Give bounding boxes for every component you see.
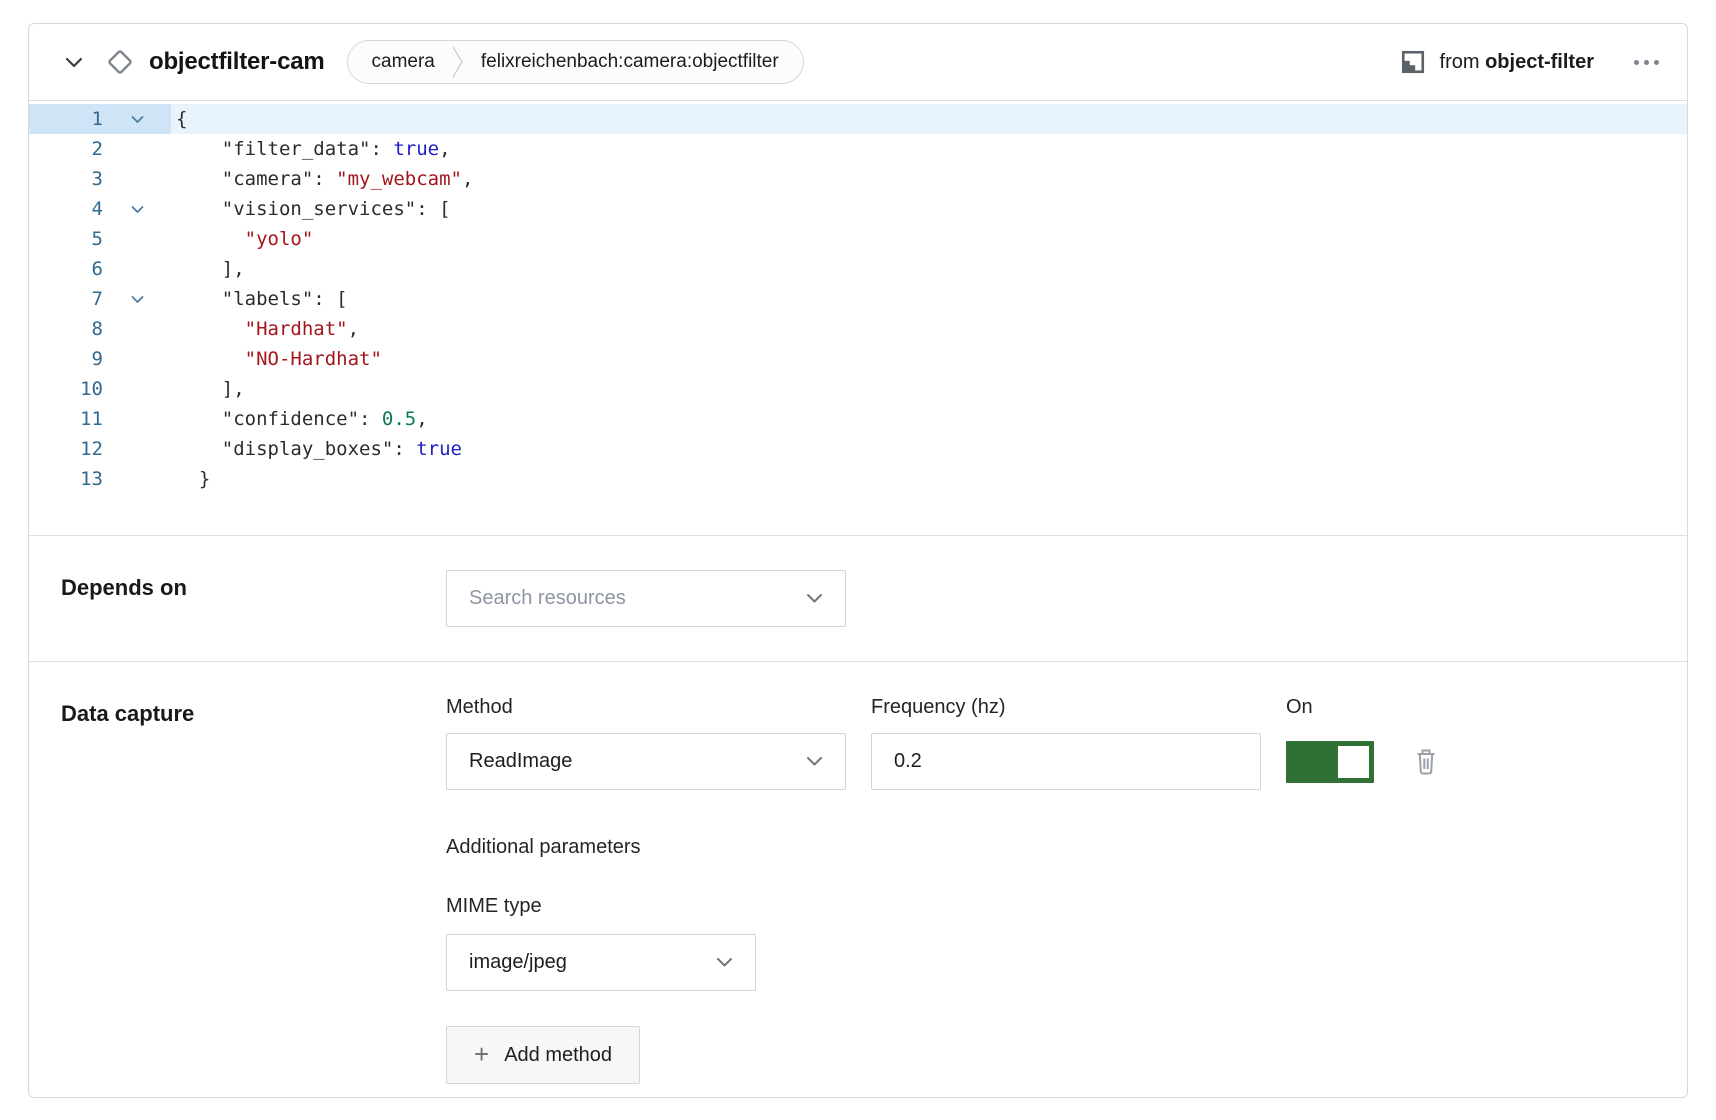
code-line: 3 "camera": "my_webcam", xyxy=(29,164,1687,194)
frequency-field: Frequency (hz) xyxy=(871,696,1261,790)
resource-type-badge: camera felixreichenbach:camera:objectfil… xyxy=(347,40,804,84)
capture-toggle-field: On xyxy=(1286,696,1438,790)
fold-gutter xyxy=(103,164,171,194)
line-number: 2 xyxy=(29,134,103,164)
code-text: { xyxy=(171,104,1687,134)
code-text: "display_boxes": true xyxy=(171,434,1687,464)
chevron-down-icon xyxy=(65,56,83,68)
code-line: 5 "yolo" xyxy=(29,224,1687,254)
code-text: "labels": [ xyxy=(171,284,1687,314)
fold-gutter xyxy=(103,344,171,374)
frequency-input[interactable] xyxy=(871,733,1261,790)
code-text: "yolo" xyxy=(171,224,1687,254)
code-text: "NO-Hardhat" xyxy=(171,344,1687,374)
line-number: 1 xyxy=(29,104,103,134)
toggle-on-label: On xyxy=(1286,696,1438,719)
code-line: 9 "NO-Hardhat" xyxy=(29,344,1687,374)
line-number: 7 xyxy=(29,284,103,314)
resource-card: objectfilter-cam camera felixreichenbach… xyxy=(28,23,1688,1098)
capture-toggle[interactable] xyxy=(1286,741,1374,783)
code-text: "vision_services": [ xyxy=(171,194,1687,224)
fold-chevron-icon[interactable] xyxy=(103,284,171,314)
data-capture-content: Method ReadImage Frequency (hz) On xyxy=(446,696,1438,1084)
code-line: 7 "labels": [ xyxy=(29,284,1687,314)
method-value: ReadImage xyxy=(469,750,572,773)
module-icon xyxy=(1400,49,1426,75)
add-method-button[interactable]: + Add method xyxy=(446,1026,640,1084)
code-text: "Hardhat", xyxy=(171,314,1687,344)
frequency-label: Frequency (hz) xyxy=(871,696,1261,719)
fold-gutter xyxy=(103,464,171,494)
fold-gutter xyxy=(103,404,171,434)
additional-parameters-label: Additional parameters xyxy=(446,836,1438,859)
fold-chevron-icon[interactable] xyxy=(103,104,171,134)
from-module-text: from object-filter xyxy=(1440,51,1594,74)
depends-on-heading: Depends on xyxy=(61,575,446,601)
fold-gutter xyxy=(103,134,171,164)
code-text: ], xyxy=(171,374,1687,404)
code-line: 4 "vision_services": [ xyxy=(29,194,1687,224)
line-number: 11 xyxy=(29,404,103,434)
code-editor[interactable]: 1{2 "filter_data": true,3 "camera": "my_… xyxy=(29,101,1687,535)
line-number: 5 xyxy=(29,224,103,254)
code-line: 11 "confidence": 0.5, xyxy=(29,404,1687,434)
type-badge-label: camera xyxy=(372,51,435,73)
mime-type-select[interactable]: image/jpeg xyxy=(446,934,756,991)
line-number: 9 xyxy=(29,344,103,374)
line-number: 10 xyxy=(29,374,103,404)
code-line: 8 "Hardhat", xyxy=(29,314,1687,344)
toggle-knob xyxy=(1338,746,1369,778)
code-text: "filter_data": true, xyxy=(171,134,1687,164)
code-text: } xyxy=(171,464,1687,494)
resource-card-header: objectfilter-cam camera felixreichenbach… xyxy=(29,24,1687,101)
chevron-down-icon xyxy=(806,756,823,767)
model-badge-label: felixreichenbach:camera:objectfilter xyxy=(481,51,779,73)
collapse-button[interactable] xyxy=(65,56,83,68)
mime-type-value: image/jpeg xyxy=(469,951,567,974)
mime-type-label: MIME type xyxy=(446,895,1438,918)
add-method-label: Add method xyxy=(504,1044,612,1067)
plus-icon: + xyxy=(474,1041,489,1067)
fold-gutter xyxy=(103,254,171,284)
method-field: Method ReadImage xyxy=(446,696,846,790)
data-capture-section: Data capture Method ReadImage Frequency … xyxy=(29,662,1687,1120)
method-select[interactable]: ReadImage xyxy=(446,733,846,790)
line-number: 8 xyxy=(29,314,103,344)
fold-gutter xyxy=(103,224,171,254)
trash-icon xyxy=(1414,747,1438,776)
method-label: Method xyxy=(446,696,846,719)
resource-name: objectfilter-cam xyxy=(149,48,325,76)
data-capture-heading: Data capture xyxy=(61,701,446,727)
fold-gutter xyxy=(103,314,171,344)
code-line: 6 ], xyxy=(29,254,1687,284)
line-number: 3 xyxy=(29,164,103,194)
code-line: 2 "filter_data": true, xyxy=(29,134,1687,164)
line-number: 12 xyxy=(29,434,103,464)
badge-separator-icon xyxy=(451,40,465,84)
code-line: 10 ], xyxy=(29,374,1687,404)
component-diamond-icon xyxy=(105,47,135,77)
code-text: "camera": "my_webcam", xyxy=(171,164,1687,194)
chevron-down-icon xyxy=(716,957,733,968)
code-line: 12 "display_boxes": true xyxy=(29,434,1687,464)
fold-gutter xyxy=(103,434,171,464)
code-text: ], xyxy=(171,254,1687,284)
more-options-button[interactable] xyxy=(1634,60,1659,65)
header-right-cluster: from object-filter xyxy=(1400,49,1659,75)
module-name-link[interactable]: object-filter xyxy=(1485,51,1594,73)
depends-on-placeholder: Search resources xyxy=(469,587,626,610)
line-number: 6 xyxy=(29,254,103,284)
line-number: 4 xyxy=(29,194,103,224)
code-line: 1{ xyxy=(29,104,1687,134)
delete-method-button[interactable] xyxy=(1414,747,1438,776)
chevron-down-icon xyxy=(806,593,823,604)
line-number: 13 xyxy=(29,464,103,494)
fold-gutter xyxy=(103,374,171,404)
depends-on-select[interactable]: Search resources xyxy=(446,570,846,627)
code-line: 13 } xyxy=(29,464,1687,494)
fold-chevron-icon[interactable] xyxy=(103,194,171,224)
code-text: "confidence": 0.5, xyxy=(171,404,1687,434)
from-word: from xyxy=(1440,51,1480,73)
depends-on-section: Depends on Search resources xyxy=(29,536,1687,661)
